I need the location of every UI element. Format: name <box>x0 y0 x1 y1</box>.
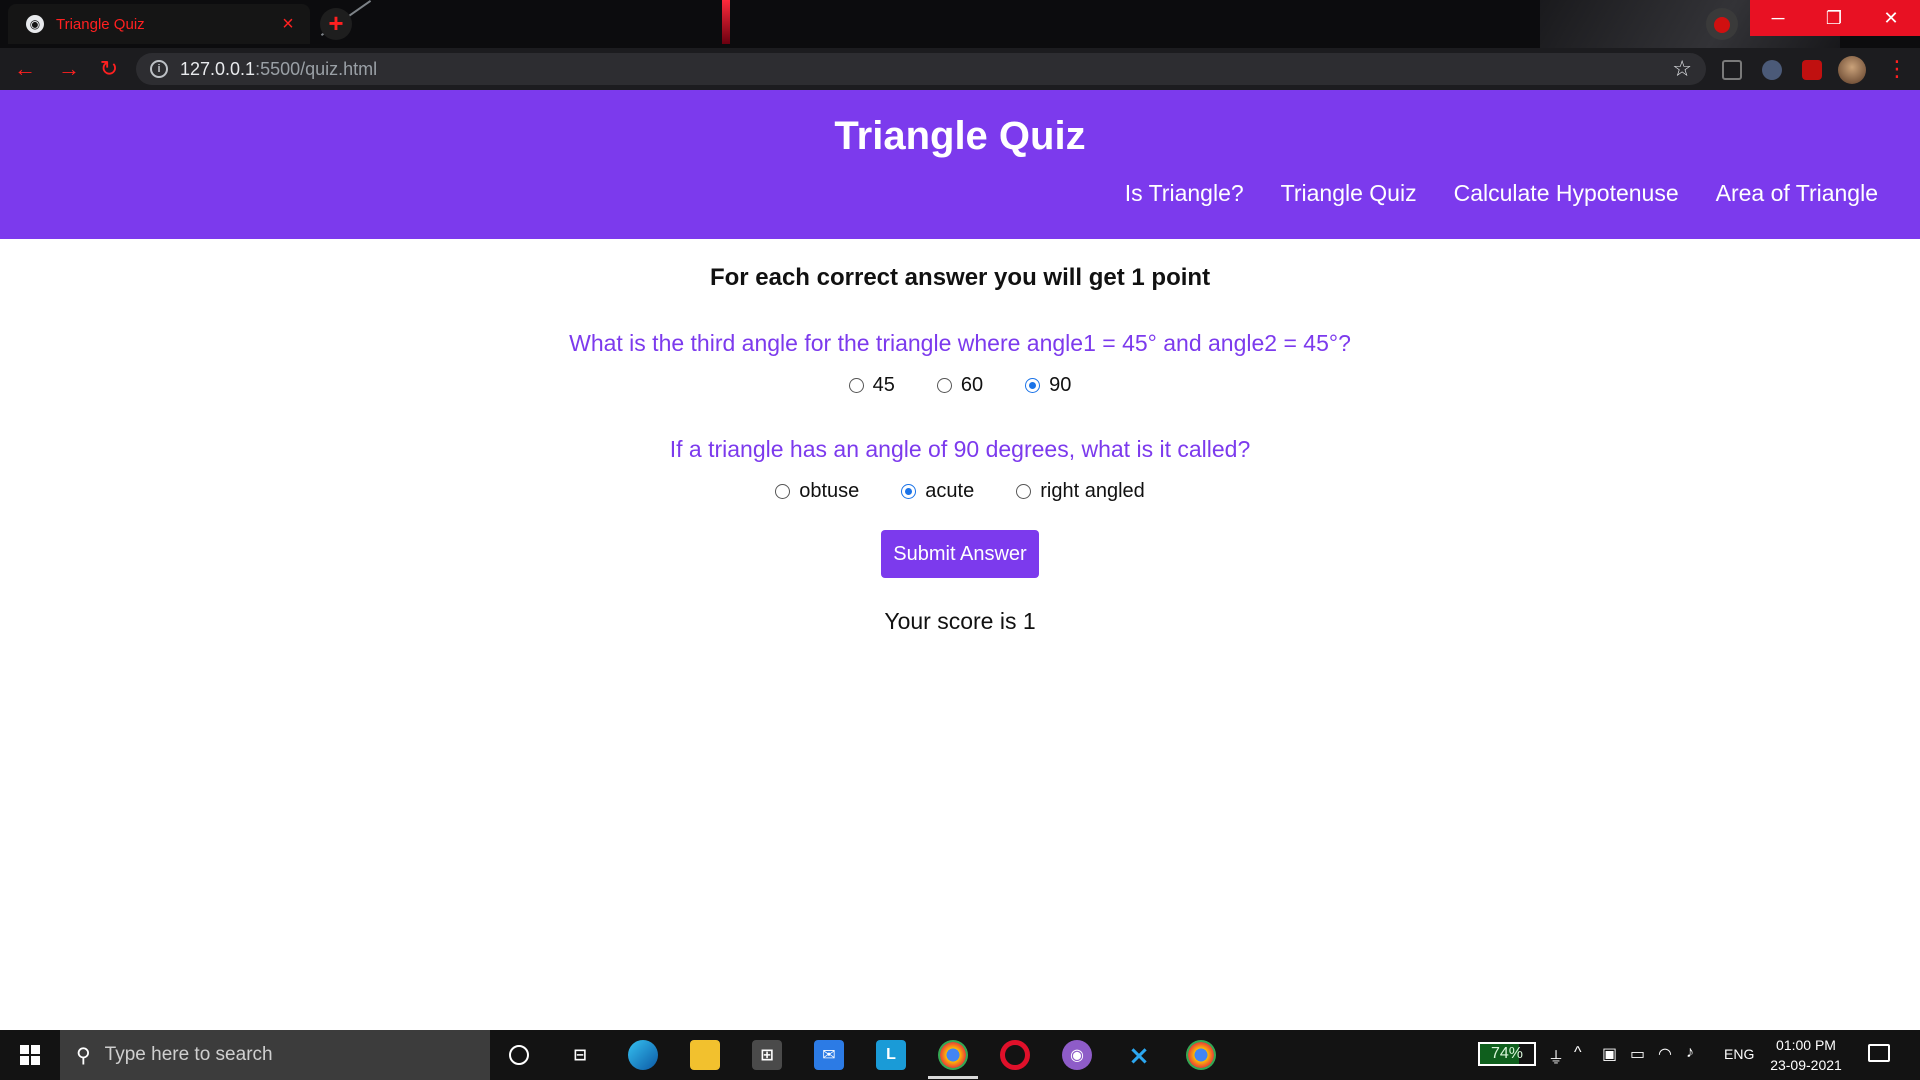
address-bar[interactable]: i 127.0.0.1 :5500/quiz.html ☆ <box>136 53 1706 85</box>
windows-taskbar: ⚲ Type here to search ⊟ ⊞ ✉ L ◉ ⨯ 74% ⏚ … <box>0 1030 1920 1080</box>
back-arrow-icon[interactable]: ← <box>12 56 38 82</box>
question-1-text: What is the third angle for the triangle… <box>569 330 1351 356</box>
l-app-icon[interactable]: L <box>876 1040 906 1070</box>
question-1-options: 45 60 90 <box>0 374 1920 397</box>
wifi-icon[interactable]: ◠ <box>1658 1044 1672 1064</box>
system-clock[interactable]: 01:00 PM 23-09-2021 <box>1766 1035 1846 1075</box>
reading-list-icon[interactable] <box>1722 60 1742 80</box>
language-indicator[interactable]: ENG <box>1724 1046 1754 1062</box>
nav-link-calculate-hypotenuse[interactable]: Calculate Hypotenuse <box>1454 180 1679 207</box>
battery-icon[interactable]: ▭ <box>1630 1044 1645 1064</box>
chrome-icon[interactable] <box>938 1040 968 1070</box>
question-2-options: obtuse acute right angled <box>0 480 1920 503</box>
restore-button[interactable]: ❐ <box>1806 0 1862 36</box>
browser-tab[interactable]: ◉ Triangle Quiz × <box>8 4 310 44</box>
store-icon[interactable]: ⊞ <box>752 1040 782 1070</box>
option-right-angled[interactable]: right angled <box>1016 480 1145 503</box>
active-app-indicator <box>928 1076 978 1079</box>
option-label: 45 <box>872 374 895 396</box>
opera-icon[interactable] <box>1000 1040 1030 1070</box>
submit-answer-button[interactable]: Submit Answer <box>881 530 1039 578</box>
info-icon[interactable]: i <box>150 60 168 78</box>
minimize-button[interactable]: ─ <box>1750 0 1806 36</box>
browser-titlebar: ◉ Triangle Quiz × + ─ ❐ ✕ <box>0 0 1920 48</box>
option-acute[interactable]: acute <box>901 480 974 503</box>
site-title: Triangle Quiz <box>834 114 1086 158</box>
score-output: Your score is 1 <box>884 608 1036 634</box>
close-window-button[interactable]: ✕ <box>1862 0 1920 36</box>
task-view-icon[interactable]: ⊟ <box>565 1040 595 1070</box>
profile-avatar[interactable] <box>1838 56 1866 84</box>
taskbar-search-box[interactable]: ⚲ Type here to search <box>60 1030 490 1080</box>
url-path: :5500/quiz.html <box>255 58 378 79</box>
github-desktop-icon[interactable]: ◉ <box>1062 1040 1092 1070</box>
web-page: Triangle Quiz Is Triangle? Triangle Quiz… <box>0 90 1920 1030</box>
browser-toolbar: ← → ↻ i 127.0.0.1 :5500/quiz.html ☆ ⋮ <box>0 48 1920 90</box>
chrome-icon[interactable] <box>1186 1040 1216 1070</box>
radio-button-selected[interactable] <box>901 484 917 499</box>
clock-date: 23-09-2021 <box>1770 1057 1842 1073</box>
option-90[interactable]: 90 <box>1025 374 1071 397</box>
radio-button-selected[interactable] <box>1025 378 1041 393</box>
option-label: 60 <box>960 374 984 396</box>
url-host: 127.0.0.1 <box>180 58 256 79</box>
cortana-icon[interactable] <box>504 1040 534 1070</box>
puzzle-extension-icon[interactable] <box>1802 60 1822 80</box>
device-icon[interactable]: ▣ <box>1602 1044 1617 1064</box>
option-label: obtuse <box>799 480 860 502</box>
bookmark-star-icon[interactable]: ☆ <box>1672 56 1692 82</box>
search-icon: ⚲ <box>76 1044 91 1067</box>
option-label: right angled <box>1040 480 1145 502</box>
cursor-extension-icon[interactable] <box>1762 60 1782 80</box>
mail-icon[interactable]: ✉ <box>814 1040 844 1070</box>
quiz-instructions: For each correct answer you will get 1 p… <box>709 264 1211 291</box>
option-label: 90 <box>1049 374 1072 396</box>
option-60[interactable]: 60 <box>936 374 984 397</box>
site-nav: Is Triangle? Triangle Quiz Calculate Hyp… <box>1125 180 1878 207</box>
vscode-icon[interactable]: ⨯ <box>1124 1040 1154 1070</box>
plug-icon: ⏚ <box>1548 1050 1565 1067</box>
site-header: Triangle Quiz Is Triangle? Triangle Quiz… <box>0 90 1920 239</box>
new-tab-button[interactable]: + <box>320 8 352 40</box>
wallpaper-decoration <box>722 0 730 44</box>
record-extension-icon[interactable] <box>1706 8 1738 40</box>
nav-link-triangle-quiz[interactable]: Triangle Quiz <box>1281 180 1417 207</box>
nav-link-is-triangle[interactable]: Is Triangle? <box>1125 180 1244 207</box>
reload-icon[interactable]: ↻ <box>96 56 122 82</box>
radio-button[interactable] <box>936 378 952 393</box>
forward-arrow-icon[interactable]: → <box>56 56 82 82</box>
chevron-up-icon[interactable]: ^ <box>1574 1044 1582 1062</box>
radio-button[interactable] <box>848 378 864 393</box>
nav-link-area-of-triangle[interactable]: Area of Triangle <box>1716 180 1878 207</box>
start-button[interactable] <box>0 1030 60 1080</box>
windows-logo-icon <box>20 1045 40 1065</box>
question-2-text: If a triangle has an angle of 90 degrees… <box>669 436 1251 462</box>
radio-button[interactable] <box>775 484 791 499</box>
option-obtuse[interactable]: obtuse <box>775 480 859 503</box>
notification-center-icon[interactable] <box>1868 1044 1890 1062</box>
globe-icon: ◉ <box>26 15 44 33</box>
radio-button[interactable] <box>1016 484 1032 499</box>
search-placeholder: Type here to search <box>104 1044 273 1065</box>
close-tab-icon[interactable]: × <box>278 13 298 36</box>
volume-icon[interactable]: ♪ <box>1686 1044 1694 1062</box>
battery-indicator[interactable]: 74% <box>1478 1042 1536 1066</box>
edge-browser-icon[interactable] <box>628 1040 658 1070</box>
file-explorer-icon[interactable] <box>690 1040 720 1070</box>
option-45[interactable]: 45 <box>848 374 895 397</box>
tab-title: Triangle Quiz <box>56 15 145 33</box>
browser-menu-icon[interactable]: ⋮ <box>1886 56 1908 82</box>
clock-time: 01:00 PM <box>1776 1037 1836 1053</box>
option-label: acute <box>925 480 975 502</box>
